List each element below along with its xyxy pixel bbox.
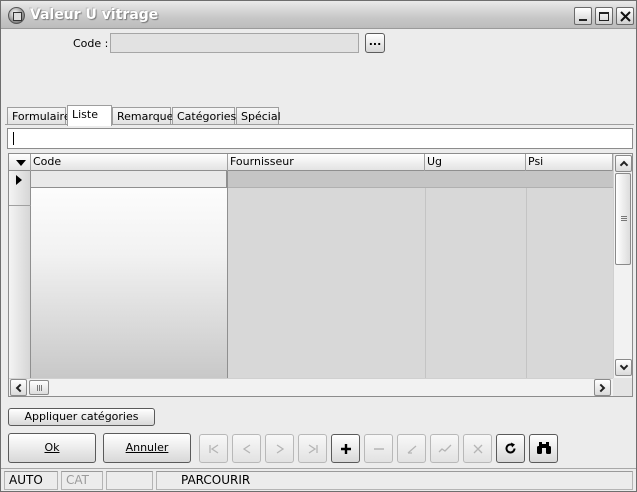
maximize-icon [599, 11, 609, 21]
chevron-down-icon [619, 361, 628, 371]
column-header-psi[interactable]: Psi [526, 154, 613, 171]
main-window: Valeur U vitrage Code : ... Formulaire L… [0, 0, 637, 492]
status-mode: PARCOURIR [156, 471, 633, 490]
filter-input[interactable] [7, 128, 633, 149]
table-row-code-cell[interactable] [31, 171, 227, 188]
edit-record-button[interactable] [397, 434, 426, 463]
browse-button[interactable]: ... [365, 33, 385, 53]
status-empty [106, 471, 153, 490]
post-edit-icon [438, 444, 451, 452]
last-record-icon [308, 443, 318, 454]
cancel-button-label: Annuler [125, 441, 169, 454]
row-separator [9, 205, 31, 206]
grip-line [37, 385, 38, 391]
column-header-ug[interactable]: Ug [425, 154, 526, 171]
code-label: Code : [73, 37, 109, 50]
column-menu-button[interactable] [9, 154, 31, 171]
status-auto: AUTO [4, 471, 58, 490]
cancel-edit-button[interactable] [463, 434, 492, 463]
column-divider [526, 188, 527, 378]
vertical-scrollbar[interactable] [613, 154, 632, 378]
current-row-arrow-icon [16, 175, 22, 185]
delete-record-button[interactable] [364, 434, 393, 463]
code-input[interactable] [110, 33, 359, 53]
first-record-button[interactable] [199, 434, 228, 463]
horizontal-scroll-thumb[interactable] [29, 380, 49, 395]
dropdown-triangle-icon [15, 159, 26, 166]
column-divider [425, 188, 426, 378]
chevron-up-icon [619, 160, 628, 170]
post-edit-button[interactable] [430, 434, 459, 463]
code-column [31, 171, 228, 378]
grip-line [621, 216, 627, 217]
refresh-icon [505, 442, 516, 454]
tab-remarque[interactable]: Remarque [112, 107, 173, 125]
table-row[interactable] [228, 171, 613, 188]
column-header-code[interactable]: Code [31, 154, 228, 171]
minimize-button[interactable] [574, 7, 592, 25]
close-button[interactable] [616, 7, 634, 25]
grip-line [41, 385, 42, 391]
last-record-button[interactable] [298, 434, 327, 463]
maximize-button[interactable] [595, 7, 613, 25]
search-button[interactable] [529, 434, 558, 463]
data-grid[interactable]: Code Fournisseur Ug Psi [8, 153, 633, 397]
title-bar[interactable]: Valeur U vitrage [1, 1, 636, 29]
grip-line [39, 385, 40, 391]
ok-button[interactable]: Ok [8, 433, 96, 463]
next-record-button[interactable] [265, 434, 294, 463]
first-record-icon [208, 443, 218, 454]
chevron-left-icon [15, 383, 25, 392]
close-icon [619, 10, 631, 22]
prior-record-icon [242, 443, 250, 454]
delete-record-icon [373, 447, 384, 450]
cancel-button[interactable]: Annuler [103, 433, 191, 463]
ok-button-label: Ok [44, 441, 60, 454]
horizontal-scrollbar[interactable] [9, 378, 613, 396]
status-bar: AUTO CAT PARCOURIR [1, 468, 636, 491]
scroll-down-button[interactable] [615, 359, 632, 376]
search-binoculars-icon [536, 442, 551, 454]
grip-line [621, 218, 627, 219]
column-header-fournisseur[interactable]: Fournisseur [228, 154, 425, 171]
cancel-edit-icon [473, 444, 482, 453]
status-cat: CAT [61, 471, 103, 490]
text-caret [13, 132, 14, 145]
scroll-up-button[interactable] [615, 155, 632, 172]
app-icon [8, 7, 25, 24]
window-title: Valeur U vitrage [30, 7, 159, 23]
minimize-icon [579, 19, 587, 21]
apply-categories-button[interactable]: Appliquer catégories [8, 408, 155, 426]
next-record-icon [276, 443, 284, 454]
grip-line [621, 220, 627, 221]
chevron-right-icon [596, 383, 606, 392]
refresh-button[interactable] [496, 434, 525, 463]
tab-categories[interactable]: Catégories [172, 107, 236, 125]
edit-record-icon [407, 445, 416, 454]
scroll-left-button[interactable] [10, 379, 27, 396]
insert-record-button[interactable] [331, 434, 360, 463]
prior-record-button[interactable] [232, 434, 261, 463]
tab-special[interactable]: Spécial [236, 107, 281, 125]
insert-record-icon [340, 443, 351, 454]
row-indicator-column [9, 171, 31, 378]
tab-formulaire[interactable]: Formulaire [7, 107, 71, 125]
scrollbar-corner [613, 378, 632, 396]
tab-liste[interactable]: Liste [67, 105, 112, 126]
scroll-right-button[interactable] [594, 379, 611, 396]
grid-header: Code Fournisseur Ug Psi [9, 154, 613, 171]
vertical-scroll-thumb[interactable] [615, 173, 631, 265]
